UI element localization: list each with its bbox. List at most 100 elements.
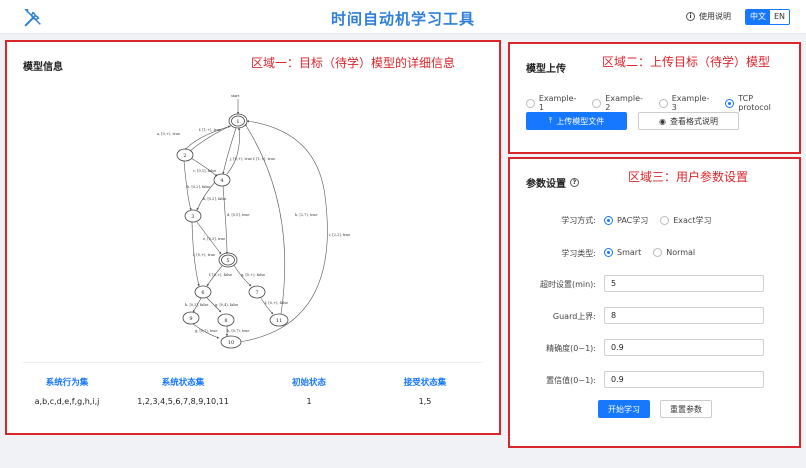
stat-actions-label: 系统行为集 xyxy=(45,378,89,388)
method-label: 学习方式: xyxy=(561,216,596,225)
graph-node-4: 4 xyxy=(213,173,231,187)
reset-params-button[interactable]: 重置参数 xyxy=(660,400,712,418)
automaton-graph: start a, [0,+), true f, [1,+), true j, [… xyxy=(157,94,350,349)
model-info-title: 模型信息 xyxy=(23,62,63,73)
example-2-option[interactable]: Example-2 xyxy=(592,94,646,112)
normal-option[interactable]: Normal xyxy=(653,248,695,257)
graph-node-1: 1 xyxy=(228,113,248,129)
radio-icon[interactable] xyxy=(653,248,663,257)
exact-option[interactable]: Exact学习 xyxy=(660,215,711,226)
timeout-label: 超时设置(min): xyxy=(539,280,596,289)
upload-model-button[interactable]: ⤒ 上传模型文件 xyxy=(526,112,627,130)
radio-icon[interactable] xyxy=(660,216,670,225)
language-switch[interactable]: 中文 EN xyxy=(745,9,791,25)
svg-text:2: 2 xyxy=(183,153,186,159)
example-3-option[interactable]: Example-3 xyxy=(658,94,713,112)
graph-node-2: 2 xyxy=(176,148,194,162)
region-two-annotation: 区域二：上传目标（待学）模型 xyxy=(602,55,771,69)
method-radio-group: PAC学习 Exact学习 xyxy=(604,215,723,226)
graph-edge-label: i, [2,2], true xyxy=(329,233,350,237)
svg-text:10: 10 xyxy=(228,340,234,346)
stat-actions: 系统行为集 a,b,c,d,e,f,g,h,i,j xyxy=(7,376,127,406)
tcp-protocol-option[interactable]: TCP protocol xyxy=(725,94,787,112)
stat-initial-state: 初始状态 1 xyxy=(249,376,369,406)
graph-edge-label: h, [2,7), true xyxy=(295,213,317,217)
graph-node-6: 6 xyxy=(194,285,212,299)
svg-text:9: 9 xyxy=(189,316,192,322)
graph-edge-label: b, [0,3], false xyxy=(185,303,208,307)
graph-edge-label: d, [0,5], true xyxy=(227,213,249,217)
region-one-annotation: 区域一：目标（待学）模型的详细信息 xyxy=(251,56,456,70)
graph-edge-label: f, [1,+), true xyxy=(253,157,275,161)
smart-option[interactable]: Smart xyxy=(604,248,641,257)
region-three-annotation: 区域三：用户参数设置 xyxy=(628,170,749,184)
graph-edge-label: a, [0,+), true xyxy=(157,132,180,136)
model-info-panel: 模型信息 区域一：目标（待学）模型的详细信息 start a, [0,+), t… xyxy=(5,40,501,435)
question-icon[interactable]: ? xyxy=(570,178,579,187)
radio-icon[interactable] xyxy=(592,98,602,108)
graph-edge-label: f, [0,+), false xyxy=(209,273,232,277)
graph-edge-label: g, [0,7), true xyxy=(195,329,217,333)
parameter-title: 参数设置 ? xyxy=(526,175,579,190)
radio-icon[interactable] xyxy=(526,98,535,108)
accuracy-label: 精确度(0~1): xyxy=(546,344,596,353)
graph-edge-label: h, [0,2], false xyxy=(203,197,226,201)
stat-accepting-states: 接受状态集 1,5 xyxy=(365,376,485,406)
radio-icon[interactable] xyxy=(658,98,668,108)
svg-text:5: 5 xyxy=(226,258,229,264)
guard-input[interactable]: 8 xyxy=(604,307,764,324)
accuracy-input[interactable]: 0.9 xyxy=(604,339,764,356)
graph-edge-label: b, [0,2], false xyxy=(187,185,210,189)
stat-states: 系统状态集 1,2,3,4,5,6,7,8,9,10,11 xyxy=(123,376,243,406)
radio-checked-icon[interactable] xyxy=(604,216,613,225)
graph-edge-2-4 xyxy=(190,157,218,177)
upload-icon: ⤒ xyxy=(548,116,553,125)
graph-edge-label: g, [0,4), false xyxy=(215,303,238,307)
eye-icon: ◉ xyxy=(659,116,666,126)
graph-node-11: 11 xyxy=(269,313,289,327)
stat-states-label: 系统状态集 xyxy=(161,378,205,388)
graph-node-9: 9 xyxy=(182,311,200,325)
svg-text:7: 7 xyxy=(255,290,258,296)
graph-edge-label: e, [0,3], true xyxy=(203,237,225,241)
pac-option[interactable]: PAC学习 xyxy=(604,215,648,226)
stats-divider xyxy=(23,362,483,363)
svg-text:3: 3 xyxy=(191,214,194,220)
stat-initial-value: 1 xyxy=(306,397,312,406)
graph-edge-label: g, [0,+), false xyxy=(241,273,265,277)
svg-text:4: 4 xyxy=(220,178,223,184)
stat-initial-label: 初始状态 xyxy=(291,378,326,388)
start-learning-button[interactable]: 开始学习 xyxy=(598,400,650,418)
lang-cn-button[interactable]: 中文 xyxy=(746,10,770,24)
stat-states-value: 1,2,3,4,5,6,7,8,9,10,11 xyxy=(137,397,229,406)
confidence-input[interactable]: 0.9 xyxy=(604,371,764,388)
graph-node-3: 3 xyxy=(184,209,202,223)
graph-node-7: 7 xyxy=(248,285,266,299)
graph-edge-10-1 xyxy=(238,120,328,343)
lang-en-button[interactable]: EN xyxy=(770,10,790,24)
parameter-panel: 参数设置 ? 区域三：用户参数设置 学习方式: PAC学习 Exact学习 学习… xyxy=(508,157,801,448)
timeout-input[interactable]: 5 xyxy=(604,275,764,292)
radio-checked-icon[interactable] xyxy=(604,248,613,257)
model-upload-title: 模型上传 xyxy=(526,64,566,75)
view-format-button[interactable]: ◉ 查看格式说明 xyxy=(638,112,739,130)
radio-checked-icon[interactable] xyxy=(725,98,735,108)
svg-text:8: 8 xyxy=(224,318,227,324)
graph-edge-11-1 xyxy=(244,123,285,315)
graph-edge-label: f, [0,+), true xyxy=(193,253,215,257)
app-header: 时间自动机学习工具 i 使用说明 中文 EN xyxy=(0,0,806,34)
graph-node-5: 5 xyxy=(218,252,238,268)
info-icon: i xyxy=(686,12,695,21)
svg-text:1: 1 xyxy=(236,119,239,125)
type-label: 学习类型: xyxy=(561,249,596,258)
parameter-title-text: 参数设置 xyxy=(526,179,566,190)
example-1-option[interactable]: Example-1 xyxy=(526,94,580,112)
graph-edge-label: j, [0,+), true xyxy=(229,157,252,161)
type-radio-group: Smart Normal xyxy=(604,248,707,257)
model-upload-panel: 模型上传 区域二：上传目标（待学）模型 Example-1 Example-2 … xyxy=(508,42,801,154)
graph-node-10: 10 xyxy=(220,335,242,349)
stat-actions-value: a,b,c,d,e,f,g,h,i,j xyxy=(34,397,100,406)
help-link[interactable]: i 使用说明 xyxy=(686,11,731,22)
example-radio-group: Example-1 Example-2 Example-3 TCP protoc… xyxy=(526,94,799,112)
svg-text:11: 11 xyxy=(276,318,282,324)
